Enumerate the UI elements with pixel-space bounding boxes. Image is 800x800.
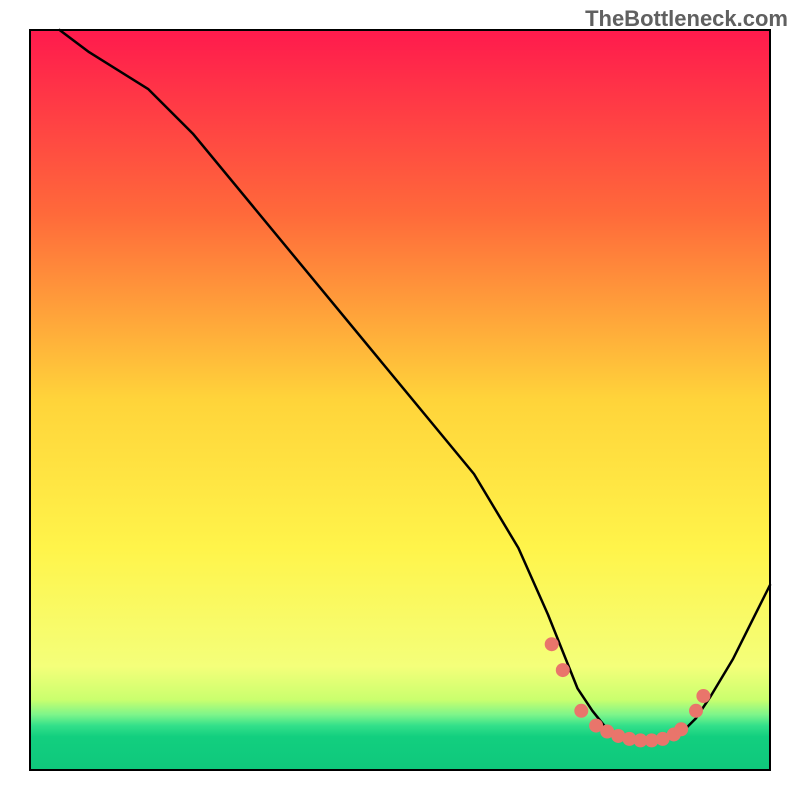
- bottleneck-chart: [0, 0, 800, 800]
- plot-area: [30, 30, 770, 770]
- plot-background: [30, 30, 770, 770]
- data-marker: [556, 663, 570, 677]
- data-marker: [574, 704, 588, 718]
- data-marker: [674, 722, 688, 736]
- data-marker: [696, 689, 710, 703]
- chart-container: TheBottleneck.com: [0, 0, 800, 800]
- data-marker: [689, 704, 703, 718]
- data-marker: [545, 637, 559, 651]
